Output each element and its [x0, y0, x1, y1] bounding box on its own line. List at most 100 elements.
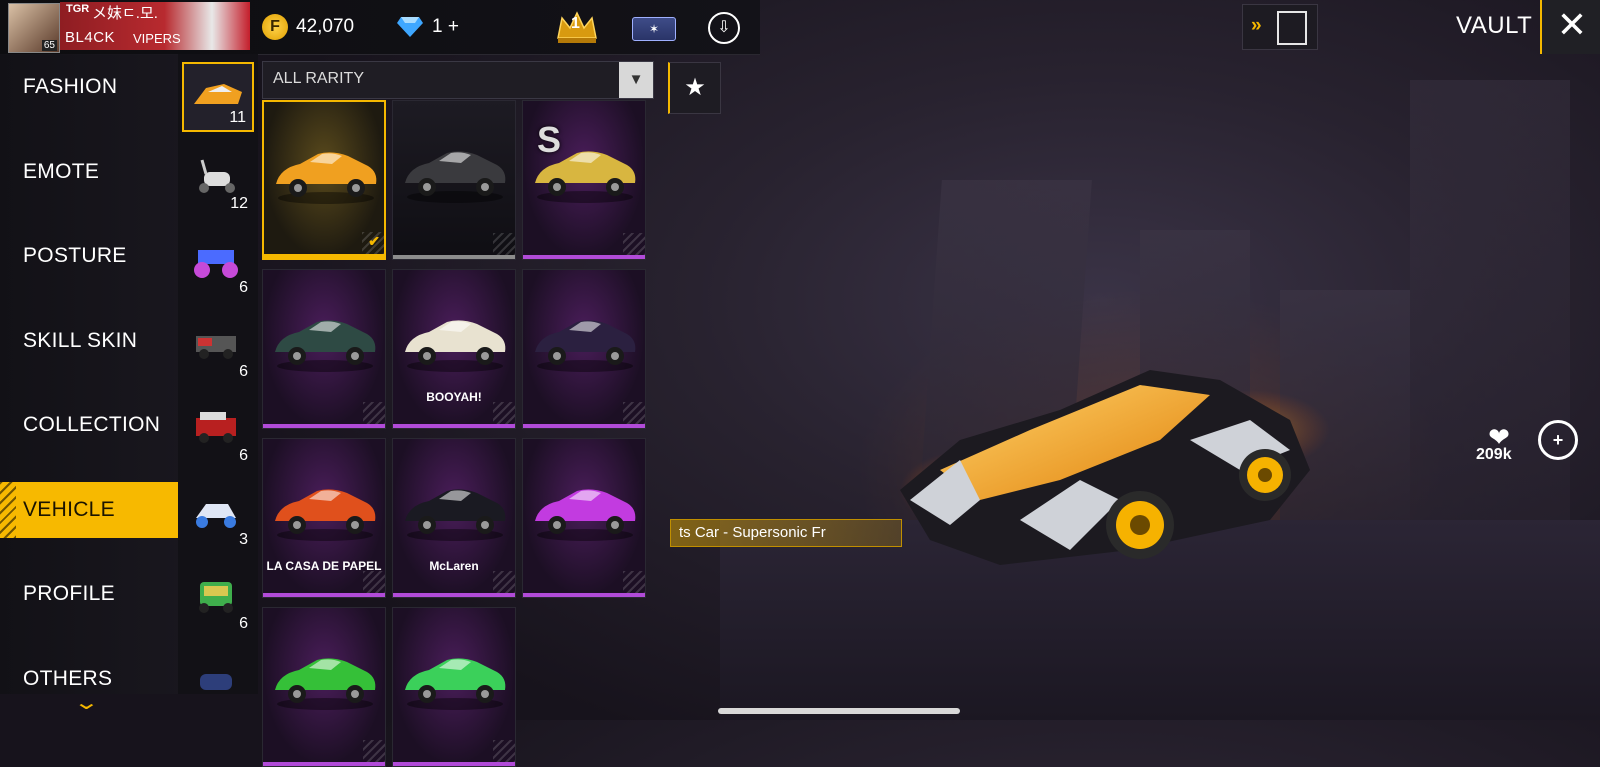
diamond-count: 1: [432, 16, 443, 37]
vehicle-skin-tile[interactable]: BOOYAH!: [392, 269, 516, 429]
menu-item-skill-skin[interactable]: SKILL SKIN: [0, 313, 178, 369]
rarity-bar: [263, 762, 385, 766]
menu-item-label: EMOTE: [23, 160, 100, 183]
tile-corner-stripes: [623, 402, 645, 424]
collab-brand-logo: BOOYAH!: [426, 390, 482, 404]
vehicle-skin-image: [405, 320, 506, 372]
menu-item-profile[interactable]: PROFILE: [0, 566, 178, 622]
menu-item-label: FASHION: [23, 75, 118, 98]
tile-corner-stripes: [623, 571, 645, 593]
vehicle-skin-tile[interactable]: S: [522, 100, 646, 260]
vehicle-skin-tile[interactable]: [262, 269, 386, 429]
vehicle-type-sports-car[interactable]: 11: [182, 62, 254, 132]
vehicle-type-buggy[interactable]: 3: [182, 482, 254, 552]
rarity-bar: [393, 762, 515, 766]
vehicle-skin-image: [405, 658, 506, 710]
menu-item-emote[interactable]: EMOTE: [0, 144, 178, 200]
gold-balance: 42,070: [296, 16, 355, 37]
double-chevron-icon: »: [1251, 15, 1262, 36]
vehicle-skin-image: [275, 320, 376, 372]
vehicle-skin-tile[interactable]: [392, 100, 516, 260]
vehicle-skin-tile[interactable]: [392, 607, 516, 767]
favorites-button[interactable]: ★: [668, 62, 721, 114]
vehicle-skin-image: [535, 320, 636, 372]
close-button[interactable]: ✕: [1540, 0, 1600, 54]
fast-forward-button[interactable]: »: [1242, 4, 1318, 50]
vehicle-type-more[interactable]: [182, 650, 254, 694]
vehicle-skin-image: [275, 489, 376, 541]
vehicle-skin-image: [405, 489, 506, 541]
diamond-balance[interactable]: 1 +: [432, 16, 459, 38]
menu-item-label: COLLECTION: [23, 413, 161, 436]
vehicle-type-jeep-red[interactable]: 6: [182, 398, 254, 468]
player-avatar[interactable]: 65: [8, 3, 60, 53]
clan-name: メ妺ㄷ.모.: [92, 5, 158, 22]
vehicle-skin-tile[interactable]: [262, 607, 386, 767]
vehicle-skin-tile[interactable]: LA CASA DE PAPEL: [262, 438, 386, 598]
vehicle-type-jeep[interactable]: 6: [182, 314, 254, 384]
gold-coin-icon: F: [262, 14, 288, 40]
cloud-download-icon[interactable]: ⇩: [708, 12, 740, 44]
selected-item-name: ts Car - Supersonic Fr: [679, 524, 826, 541]
menu-item-vehicle[interactable]: VEHICLE: [0, 482, 178, 538]
scroll-down-chevron-icon[interactable]: ⌄: [73, 690, 100, 715]
rarity-filter-dropdown[interactable]: ALL RARITY ▼: [262, 61, 654, 99]
menu-item-posture[interactable]: POSTURE: [0, 228, 178, 284]
menu-item-collection[interactable]: COLLECTION: [0, 397, 178, 453]
vehicle-type-column: 11 12 6 6 6 3 6: [178, 54, 258, 694]
tile-corner-stripes: [363, 740, 385, 762]
vehicle-skin-grid: ALL RARITY ▼ ✔ S BOOYAH! LA CASA DE PAPEL Mc…: [258, 54, 658, 767]
player-name-suffix: VIPERS: [133, 31, 181, 46]
rank-number: 1: [571, 15, 580, 32]
collab-brand-logo: LA CASA DE PAPEL: [266, 559, 382, 573]
sports-car-icon: [194, 84, 242, 104]
vehicle-icon: [200, 674, 232, 690]
vehicle-type-monster-truck[interactable]: 6: [182, 230, 254, 300]
vehicle-skin-tile[interactable]: [522, 269, 646, 429]
vehicle-type-count: 12: [230, 195, 248, 212]
vehicle-skin-image: [276, 152, 377, 204]
vehicle-type-scooter[interactable]: 12: [182, 146, 254, 216]
vehicle-type-tuk-tuk[interactable]: 6: [182, 566, 254, 636]
rarity-filter-label: ALL RARITY: [273, 70, 364, 87]
vehicle-skin-tile[interactable]: McLaren: [392, 438, 516, 598]
dropdown-triangle-icon: ▼: [619, 62, 653, 98]
selected-item-name-tag: ts Car - Supersonic Fr: [670, 519, 902, 547]
vehicle-skin-tile[interactable]: ✔: [262, 100, 386, 260]
equipped-check-icon: ✔: [368, 233, 380, 249]
menu-item-fashion[interactable]: FASHION: [0, 59, 178, 115]
series-badge: S: [537, 119, 562, 160]
rarity-bar: [523, 424, 645, 428]
scooter-icon: [199, 159, 235, 193]
menu-item-label: OTHERS: [23, 667, 113, 690]
tile-corner-stripes: [493, 571, 515, 593]
membership-card-icon[interactable]: ✶: [632, 17, 676, 41]
rarity-bar: [393, 593, 515, 597]
vehicle-type-count: 11: [229, 109, 246, 126]
buggy-icon: [196, 504, 236, 528]
selected-vehicle-preview[interactable]: [890, 350, 1340, 590]
character-portrait-icon: [1277, 11, 1307, 45]
monster-truck-icon: [194, 250, 238, 278]
menu-item-label: PROFILE: [23, 582, 115, 605]
tile-corner-stripes: [493, 740, 515, 762]
top-bar: 65 TGR メ妺ㄷ.모. BL4CK VIPERS F 42,070 1 + …: [0, 0, 760, 55]
like-button[interactable]: ❤ 209k: [1474, 422, 1524, 470]
menu-item-label: POSTURE: [23, 244, 127, 267]
collab-brand-logo: McLaren: [429, 559, 479, 573]
rarity-bar: [263, 424, 385, 428]
rarity-bar: [393, 255, 515, 259]
clan-tag: TGR: [66, 3, 90, 15]
jeep-icon: [196, 336, 236, 359]
close-icon: ✕: [1556, 4, 1588, 45]
vault-category-menu: FASHION EMOTE POSTURE SKILL SKIN COLLECT…: [0, 54, 178, 694]
rarity-bar: [263, 593, 385, 597]
home-indicator[interactable]: [718, 708, 960, 714]
zoom-in-button[interactable]: +: [1538, 420, 1578, 460]
rarity-bar: [523, 255, 645, 259]
vehicle-skin-image: [535, 489, 636, 541]
add-diamonds-button[interactable]: +: [448, 16, 459, 37]
vehicle-type-count: 6: [239, 447, 248, 464]
vehicle-skin-tile[interactable]: [522, 438, 646, 598]
vehicle-skin-image: [275, 658, 376, 710]
